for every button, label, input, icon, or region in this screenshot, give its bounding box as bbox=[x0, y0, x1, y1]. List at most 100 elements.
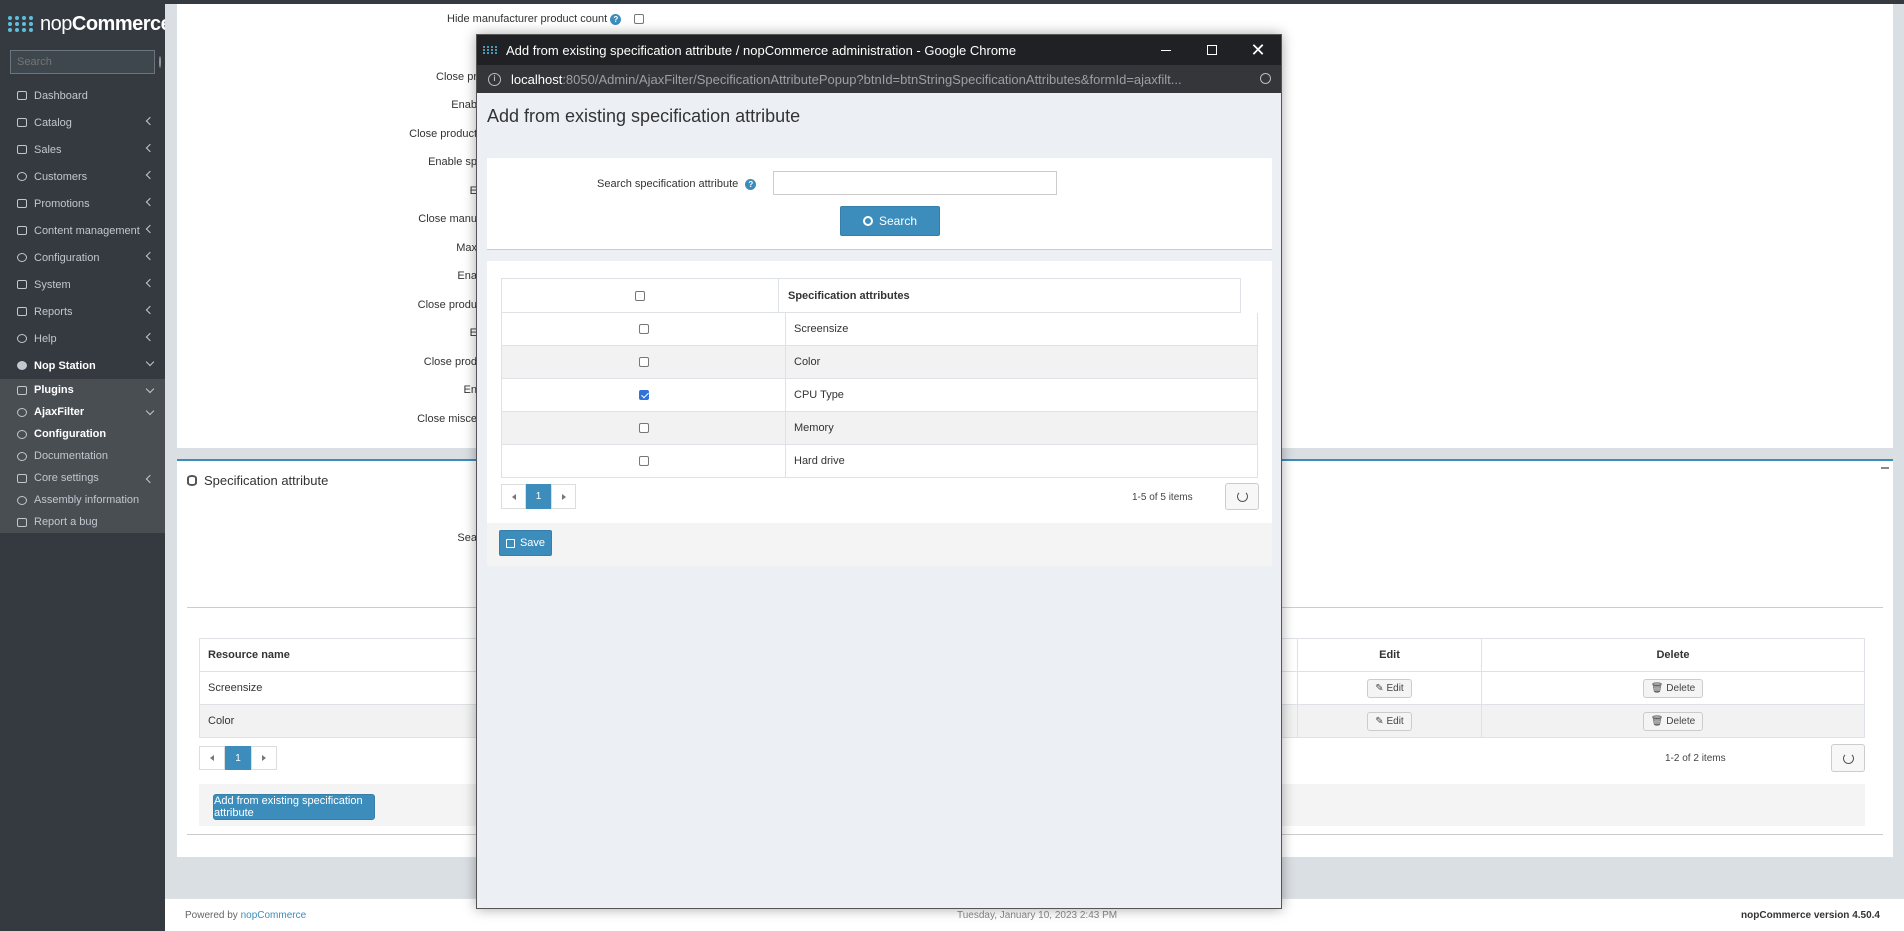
delete-button[interactable]: 🗑 Delete bbox=[1642, 711, 1704, 731]
sidebar-item-plugins[interactable]: Plugins bbox=[0, 379, 165, 401]
search-button-label: Search bbox=[878, 214, 918, 228]
next-page-button[interactable] bbox=[551, 484, 576, 509]
gears-icon bbox=[16, 252, 28, 263]
hide-manufacturer-checkbox[interactable] bbox=[634, 14, 645, 25]
info-icon[interactable]: i bbox=[488, 72, 501, 86]
sidebar-item-customers[interactable]: Customers bbox=[0, 163, 165, 190]
collapse-icon[interactable] bbox=[1881, 467, 1889, 469]
refresh-button[interactable] bbox=[1225, 483, 1259, 510]
refresh-button[interactable] bbox=[1831, 744, 1865, 772]
search-card: Search specification attribute ? Search bbox=[487, 158, 1272, 250]
question-icon bbox=[16, 333, 28, 344]
powered-by-link[interactable]: nopCommerce bbox=[241, 910, 307, 921]
row-checkbox[interactable] bbox=[638, 423, 649, 433]
chevron-left-icon bbox=[145, 305, 155, 315]
edit-label: Edit bbox=[1386, 682, 1404, 694]
search-button[interactable]: Search bbox=[840, 206, 940, 236]
search-label-text: Search specification attribute bbox=[597, 178, 739, 190]
sidebar-item-documentation[interactable]: Documentation bbox=[0, 445, 165, 467]
setting-label: Enab bbox=[451, 99, 477, 111]
sidebar-item-report-bug[interactable]: Report a bug bbox=[0, 511, 165, 533]
card-title-text: Specification attribute bbox=[204, 473, 329, 488]
edit-label: Edit bbox=[1386, 715, 1404, 727]
sidebar-item-catalog[interactable]: Catalog bbox=[0, 109, 165, 136]
row-checkbox[interactable] bbox=[638, 357, 649, 367]
window-titlebar[interactable]: Add from existing specification attribut… bbox=[477, 35, 1281, 65]
sidebar-item-ajaxfilter[interactable]: AjaxFilter bbox=[0, 401, 165, 423]
sidebar-item-reports[interactable]: Reports bbox=[0, 298, 165, 325]
sidebar: nopCommerce Dashboard Catalog Sales Cust… bbox=[0, 4, 172, 931]
delete-button[interactable]: 🗑 Delete bbox=[1642, 678, 1704, 698]
card-title[interactable]: Specification attribute bbox=[187, 473, 328, 488]
checkbox-cell bbox=[502, 346, 786, 378]
chevron-left-icon bbox=[145, 143, 155, 153]
table-row: Color bbox=[501, 346, 1258, 379]
checkbox-cell bbox=[502, 313, 786, 345]
attribute-name: Memory bbox=[794, 422, 834, 434]
column-header-delete: Delete bbox=[1481, 638, 1865, 672]
page-button[interactable]: 1 bbox=[526, 484, 551, 509]
sidebar-item-label: Reports bbox=[34, 305, 73, 318]
sidebar-item-content-management[interactable]: Content management bbox=[0, 217, 165, 244]
sidebar-item-dashboard[interactable]: Dashboard bbox=[0, 82, 165, 109]
sidebar-item-assembly-information[interactable]: Assembly information bbox=[0, 489, 165, 511]
select-all-cell bbox=[502, 279, 779, 312]
row-checkbox[interactable] bbox=[638, 456, 649, 466]
circle-icon bbox=[16, 360, 28, 371]
table-row: CPU Type bbox=[501, 379, 1258, 412]
sidebar-item-configuration[interactable]: Configuration bbox=[0, 244, 165, 271]
sidebar-item-sales[interactable]: Sales bbox=[0, 136, 165, 163]
sidebar-item-label: Assembly information bbox=[34, 494, 140, 506]
close-icon: ✕ bbox=[1250, 39, 1266, 60]
address-bar[interactable]: i localhost:8050/Admin/AjaxFilter/Specif… bbox=[477, 65, 1281, 93]
sidebar-item-core-settings[interactable]: Core settings bbox=[0, 467, 165, 489]
sidebar-item-label: Report a bug bbox=[34, 516, 98, 528]
chevron-left-icon bbox=[145, 170, 155, 180]
sidebar-item-ajaxfilter-configuration[interactable]: Configuration bbox=[0, 423, 165, 445]
save-button[interactable]: Save bbox=[499, 530, 552, 556]
search-specification-input[interactable] bbox=[773, 171, 1057, 195]
setting-label: Max bbox=[456, 242, 477, 254]
dot-circle-icon bbox=[16, 407, 28, 418]
row-checkbox[interactable] bbox=[638, 390, 649, 400]
edit-button[interactable]: ✎ Edit bbox=[1367, 678, 1412, 698]
attribute-name: CPU Type bbox=[794, 389, 844, 401]
circle-icon bbox=[16, 429, 28, 440]
close-button[interactable]: ✕ bbox=[1235, 35, 1281, 65]
select-all-checkbox[interactable] bbox=[635, 290, 645, 301]
add-from-existing-button[interactable]: Add from existing specification attribut… bbox=[213, 794, 375, 820]
help-icon[interactable]: ? bbox=[610, 13, 622, 25]
url-path: :8050/Admin/AjaxFilter/SpecificationAttr… bbox=[562, 71, 1182, 87]
attribute-name: Hard drive bbox=[794, 455, 845, 467]
save-button-label: Save bbox=[519, 537, 546, 549]
maximize-button[interactable] bbox=[1189, 35, 1235, 65]
sidebar-search-input[interactable] bbox=[17, 56, 159, 68]
prev-page-button[interactable] bbox=[199, 746, 225, 770]
sidebar-item-help[interactable]: Help bbox=[0, 325, 165, 352]
page-button[interactable]: 1 bbox=[225, 746, 251, 770]
line-chart-icon bbox=[16, 306, 28, 317]
help-icon[interactable]: ? bbox=[745, 178, 757, 190]
powered-by: Powered by nopCommerce bbox=[185, 910, 306, 921]
sidebar-item-nop-station[interactable]: Nop Station bbox=[0, 352, 165, 379]
brand-logo[interactable]: nopCommerce bbox=[0, 4, 172, 44]
sidebar-item-label: Configuration bbox=[34, 251, 100, 264]
dashboard-icon bbox=[16, 90, 28, 101]
sidebar-item-system[interactable]: System bbox=[0, 271, 165, 298]
minimize-button[interactable] bbox=[1143, 35, 1189, 65]
sidebar-search[interactable] bbox=[10, 50, 161, 74]
prev-page-button[interactable] bbox=[501, 484, 526, 509]
row-checkbox[interactable] bbox=[638, 324, 649, 334]
user-icon bbox=[16, 171, 28, 182]
edit-button[interactable]: ✎ Edit bbox=[1367, 711, 1412, 731]
minimize-icon bbox=[1161, 49, 1171, 51]
search-icon bbox=[862, 216, 873, 226]
zoom-icon[interactable] bbox=[1260, 73, 1271, 84]
sidebar-item-promotions[interactable]: Promotions bbox=[0, 190, 165, 217]
attribute-name: Color bbox=[794, 356, 821, 368]
book-icon bbox=[16, 117, 28, 128]
next-page-button[interactable] bbox=[251, 746, 277, 770]
chevron-left-icon bbox=[145, 116, 155, 126]
search-icon[interactable] bbox=[159, 56, 161, 68]
chevron-left-icon bbox=[145, 224, 155, 234]
